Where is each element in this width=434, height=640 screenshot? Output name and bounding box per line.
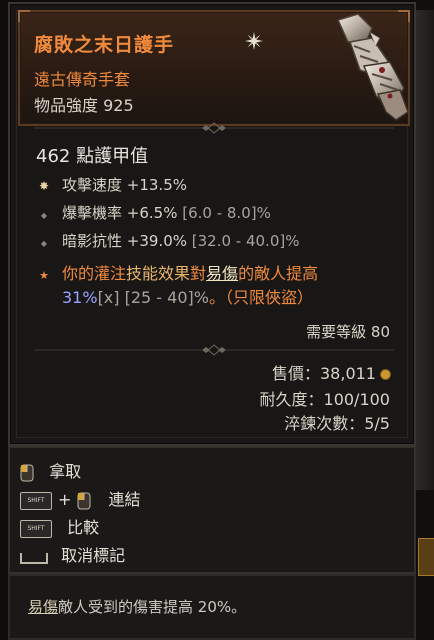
required-level: 需要等級 80 — [306, 323, 390, 341]
keyword-definition-text: 敵人受到的傷害提高 20%。 — [58, 598, 247, 616]
affix-text: 爆擊機率 +6.5% — [62, 204, 178, 222]
affix-range: [32.0 - 40.0]% — [187, 232, 300, 250]
gauntlet-icon — [336, 13, 409, 121]
affix-line: ◆ 爆擊機率 +6.5% [6.0 - 8.0]% — [36, 202, 271, 223]
section-divider — [34, 344, 394, 356]
item-name: 腐敗之末日護手 — [34, 34, 175, 56]
legendary-class-restriction: 。（只限俠盜） — [208, 288, 313, 307]
action-label: 比較 — [67, 518, 100, 537]
action-label: 拿取 — [49, 462, 82, 481]
keyword-skill-effect[interactable]: 技能效果 — [126, 264, 190, 283]
durability: 耐久度：100/100 — [259, 390, 390, 409]
action-unmark[interactable]: 取消標記 — [20, 542, 125, 566]
background-panel-edge — [416, 10, 434, 490]
legendary-text: 對 — [190, 264, 207, 283]
legendary-text: 你的灌注 — [62, 264, 127, 283]
legendary-scaling: [x] — [97, 288, 120, 307]
shift-key-icon: SHIFT — [20, 491, 52, 510]
background-inventory-slot[interactable] — [418, 538, 434, 576]
header-corner-ornament — [18, 10, 30, 22]
section-divider — [34, 122, 394, 134]
legendary-power-line: ★ 你的灌注技能效果對易傷的敵人提高 — [36, 260, 318, 284]
item-type: 遠古傳奇手套 — [34, 70, 131, 89]
action-link[interactable]: SHIFT + 連結 — [20, 486, 141, 510]
action-take[interactable]: 拿取 — [20, 458, 81, 482]
affix-text: 攻擊速度 +13.5% — [62, 176, 187, 194]
shift-key-icon: SHIFT — [20, 519, 52, 538]
affix-bullet-icon: ✸ — [38, 179, 50, 193]
item-power: 物品強度 925 — [34, 96, 134, 115]
affix-line: ✸ 攻擊速度 +13.5% — [36, 174, 187, 195]
sell-value: 售價：38,011 — [272, 360, 390, 384]
keyword-tooltip-footer: 易傷敵人受到的傷害提高 20%。 — [8, 574, 416, 640]
item-tooltip: 腐敗之末日護手 遠古傳奇手套 物品強度 925 462 點護甲值 ✸ 攻擊速度 … — [8, 2, 416, 446]
legendary-aspect-icon — [245, 32, 263, 50]
legendary-star-icon: ★ — [39, 269, 49, 282]
action-compare[interactable]: SHIFT 比較 — [20, 514, 99, 538]
legendary-text: 的敵人提高 — [238, 264, 319, 283]
spacebar-key-icon — [20, 553, 48, 564]
armor-value: 462 點護甲值 — [36, 146, 149, 167]
legendary-power-line: 31%[x] [25 - 40]%。（只限俠盜） — [62, 284, 313, 308]
affix-bullet-icon: ◆ — [40, 239, 48, 248]
temper-count: 淬鍊次數：5/5 — [284, 414, 390, 433]
mouse-left-click-icon — [77, 492, 91, 510]
plus-sign: + — [58, 490, 72, 509]
keyword-vulnerable: 易傷 — [28, 598, 59, 616]
action-hints-panel: 拿取 SHIFT + 連結 SHIFT 比較 取消標記 — [8, 446, 416, 574]
legendary-range: [25 - 40]% — [119, 288, 209, 307]
action-label: 取消標記 — [61, 546, 126, 565]
keyword-vulnerable[interactable]: 易傷 — [206, 264, 238, 283]
keyword-definition: 易傷敵人受到的傷害提高 20%。 — [28, 596, 246, 617]
gold-coin-icon — [381, 370, 390, 379]
sell-value-text: 售價：38,011 — [272, 364, 376, 383]
action-label: 連結 — [108, 490, 141, 509]
affix-text: 暗影抗性 +39.0% — [62, 232, 187, 250]
mouse-left-click-icon — [20, 464, 34, 482]
tooltip-header: 腐敗之末日護手 遠古傳奇手套 物品強度 925 — [18, 10, 410, 126]
affix-line: ◆ 暗影抗性 +39.0% [32.0 - 40.0]% — [36, 230, 300, 251]
affix-range: [6.0 - 8.0]% — [177, 204, 271, 222]
affix-bullet-icon: ◆ — [40, 211, 48, 220]
legendary-value: 31% — [62, 288, 98, 307]
